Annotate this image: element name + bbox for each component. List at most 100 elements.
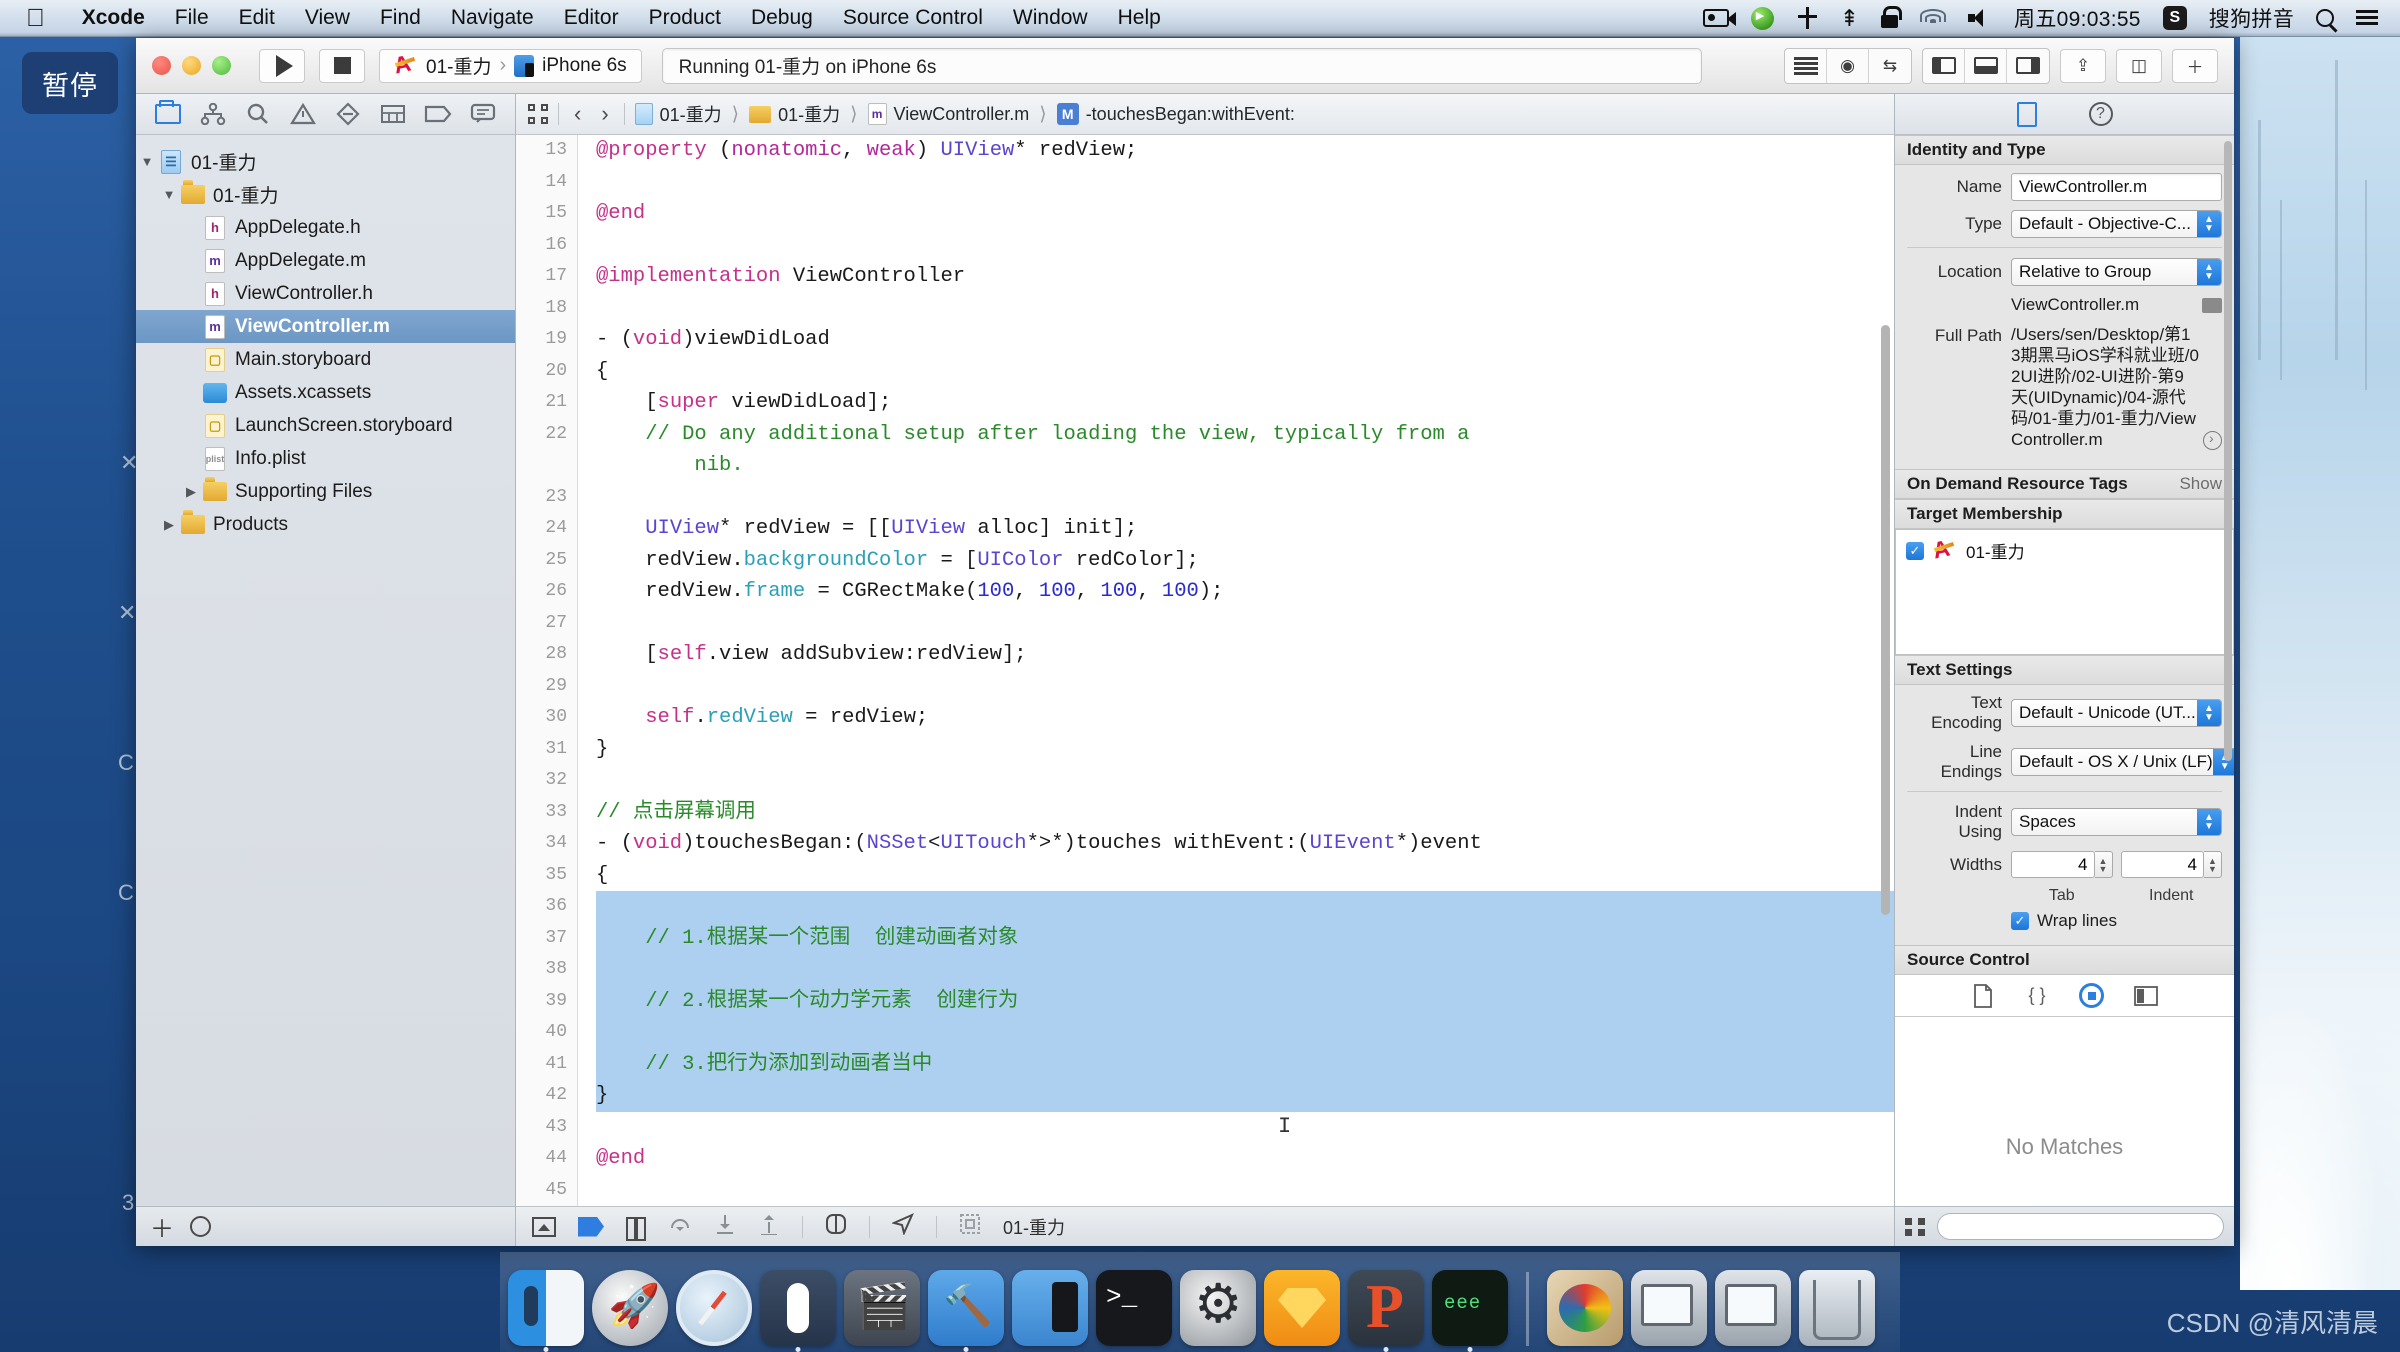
tree-row-appdelegate-m[interactable]: m AppDelegate.m xyxy=(136,244,515,277)
grid-icon[interactable] xyxy=(1905,1217,1925,1236)
add-icon[interactable]: ＋ xyxy=(2172,48,2218,83)
navigator-panel-icon[interactable] xyxy=(1923,48,1965,83)
minimize-window-button[interactable] xyxy=(182,56,201,75)
tab-width-stepper[interactable]: ▲ ▼ xyxy=(2094,851,2113,878)
menu-item-editor[interactable]: Editor xyxy=(549,6,634,30)
code-line[interactable]: @implementation ViewController xyxy=(596,261,1894,293)
code-line[interactable] xyxy=(596,1112,1894,1144)
code-text-area[interactable]: @property (nonatomic, weak) UIView* redV… xyxy=(578,135,1894,1206)
tree-row-assets-xcassets[interactable]: Assets.xcassets xyxy=(136,376,515,409)
code-line[interactable]: } xyxy=(596,1080,1894,1112)
quick-help-icon[interactable]: ? xyxy=(2088,102,2113,126)
disclosure-triangle[interactable]: ▶ xyxy=(180,484,202,500)
breadcrumb-item-method[interactable]: -touchesBegan:withEvent: xyxy=(1086,104,1295,125)
organizer-icon[interactable]: ◫ xyxy=(2116,48,2162,83)
assistant-editor-icon[interactable]: ◉ xyxy=(1827,48,1869,83)
dock-item-console[interactable] xyxy=(1432,1270,1508,1346)
file-inspector-icon[interactable] xyxy=(2016,101,2037,127)
dock-item-terminal[interactable] xyxy=(1096,1270,1172,1346)
code-line[interactable]: // 2.根据某一个动力学元素 创建行为 xyxy=(596,985,1894,1017)
text-encoding-select[interactable]: Default - Unicode (UT... ▲ ▼ xyxy=(2011,699,2222,727)
view-debug-icon[interactable] xyxy=(825,1213,847,1240)
find-navigator-icon[interactable] xyxy=(241,100,275,128)
inspector-search-input[interactable] xyxy=(1937,1213,2224,1240)
target-membership-row[interactable]: ✓ 01-重力 xyxy=(1896,530,2233,571)
indent-using-select[interactable]: Spaces ▲ ▼ xyxy=(2011,808,2222,836)
dock-item-php-storm[interactable] xyxy=(1348,1270,1424,1346)
split-icon[interactable] xyxy=(2134,983,2158,1009)
code-line[interactable] xyxy=(596,1017,1894,1049)
symbol-navigator-icon[interactable] xyxy=(196,100,230,128)
add-file-icon[interactable]: ＋ xyxy=(150,1209,174,1244)
tree-row-launchscreen-storyboard[interactable]: ▢ LaunchScreen.storyboard xyxy=(136,409,515,442)
pause-icon[interactable] xyxy=(626,1216,646,1241)
standard-editor-icon[interactable] xyxy=(1785,48,1827,83)
close-window-button[interactable] xyxy=(152,56,171,75)
code-line[interactable] xyxy=(596,671,1894,703)
dock-item-finder[interactable] xyxy=(508,1270,584,1346)
choose-folder-icon[interactable] xyxy=(2202,297,2222,313)
code-line[interactable]: [self.view addSubview:redView]; xyxy=(596,639,1894,671)
share-icon[interactable]: ⇪ xyxy=(2060,48,2106,83)
line-endings-select[interactable]: Default - OS X / Unix (LF) ▲▼ xyxy=(2011,748,2234,776)
code-line[interactable] xyxy=(596,608,1894,640)
code-line[interactable]: { xyxy=(596,860,1894,892)
dock-item-sketch[interactable] xyxy=(1264,1270,1340,1346)
file-icon[interactable] xyxy=(1971,983,1995,1009)
code-line[interactable]: redView.frame = CGRectMake(100, 100, 100… xyxy=(596,576,1894,608)
dock-item-system-preferences[interactable] xyxy=(1180,1270,1256,1346)
maximize-window-button[interactable] xyxy=(212,56,231,75)
filter-icon[interactable] xyxy=(190,1216,211,1237)
dock-item-display-2[interactable] xyxy=(1715,1270,1791,1346)
step-into-icon[interactable] xyxy=(714,1213,736,1240)
go-back-button[interactable]: ‹ xyxy=(569,101,586,127)
tree-row-supporting-files[interactable]: ▶ Supporting Files xyxy=(136,475,515,508)
tree-row-appdelegate-h[interactable]: h AppDelegate.h xyxy=(136,211,515,244)
dock-item-imovie[interactable] xyxy=(844,1270,920,1346)
menu-item-debug[interactable]: Debug xyxy=(736,6,828,30)
code-line[interactable] xyxy=(596,230,1894,262)
breadcrumb-item-group[interactable]: 01-重力 xyxy=(778,101,840,127)
disclosure-triangle[interactable]: ▼ xyxy=(158,187,180,202)
reveal-in-finder-icon[interactable] xyxy=(2203,430,2222,450)
lock-icon[interactable] xyxy=(1881,5,1903,28)
tree-row-main-storyboard[interactable]: ▢ Main.storyboard xyxy=(136,343,515,376)
show-link[interactable]: Show xyxy=(2179,474,2222,494)
code-line[interactable]: { xyxy=(596,356,1894,388)
source-code-editor[interactable]: 13 14 15 16 17 18 19 20 21 22 23 24 25 26 27 28 29 30 31 32… xyxy=(516,135,1894,1206)
code-line[interactable]: redView.backgroundColor = [UIColor redCo… xyxy=(596,545,1894,577)
code-line[interactable] xyxy=(596,1175,1894,1207)
code-line[interactable] xyxy=(596,167,1894,199)
stop-button[interactable] xyxy=(319,48,365,83)
braces-icon[interactable]: { } xyxy=(2025,983,2049,1009)
target-selected-icon[interactable] xyxy=(2079,983,2104,1008)
menu-item-navigate[interactable]: Navigate xyxy=(436,6,549,30)
version-editor-icon[interactable]: ⇆ xyxy=(1869,49,1911,83)
menu-item-find[interactable]: Find xyxy=(365,6,436,30)
step-out-icon[interactable] xyxy=(758,1213,780,1240)
breakpoint-flag-icon[interactable] xyxy=(578,1216,604,1237)
code-line[interactable]: [super viewDidLoad]; xyxy=(596,387,1894,419)
dock-item-xcode-simulator[interactable] xyxy=(1012,1270,1088,1346)
test-navigator-icon[interactable] xyxy=(331,100,365,128)
menu-item-source-control[interactable]: Source Control xyxy=(828,6,998,30)
scheme-selector[interactable]: 01-重力 › iPhone 6s xyxy=(379,48,642,83)
target-checkbox[interactable]: ✓ xyxy=(1906,541,1924,560)
debug-panel-icon[interactable] xyxy=(1965,48,2007,83)
step-over-icon[interactable] xyxy=(668,1214,692,1239)
dock-item-safari[interactable] xyxy=(676,1270,752,1346)
indent-width-stepper[interactable]: ▲ ▼ xyxy=(2204,851,2222,878)
code-line[interactable]: - (void)viewDidLoad xyxy=(596,324,1894,356)
green-play-icon[interactable] xyxy=(1750,6,1774,30)
breakpoint-navigator-icon[interactable] xyxy=(421,100,455,128)
code-line[interactable]: self.redView = redView; xyxy=(596,702,1894,734)
dock-item-xcode[interactable] xyxy=(928,1270,1004,1346)
menu-item-window[interactable]: Window xyxy=(998,6,1103,30)
type-select[interactable]: Default - Objective-C... ▲ ▼ xyxy=(2011,210,2222,238)
tree-row-group[interactable]: ▼ 01-重力 xyxy=(136,178,515,211)
breadcrumb-item-project[interactable]: 01-重力 xyxy=(660,101,722,127)
code-line[interactable]: // Do any additional setup after loading… xyxy=(596,419,1894,451)
pause-overlay-button[interactable]: 暂停 xyxy=(22,52,118,114)
debug-navigator-icon[interactable] xyxy=(376,100,410,128)
inspector-vertical-scrollbar[interactable] xyxy=(2224,141,2232,761)
